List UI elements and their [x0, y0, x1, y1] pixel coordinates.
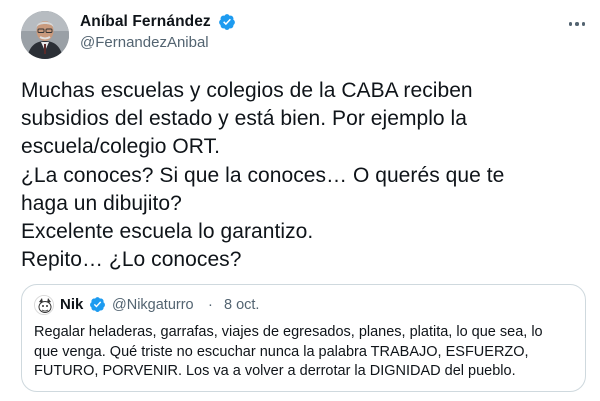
quoted-tweet[interactable]: Nik @Nikgaturro · 8 oct. Regalar helader… [21, 284, 586, 392]
quoted-text-line: FUTURO, PORVENIR. Los va a volver a derr… [34, 363, 516, 379]
separator-dot: · [208, 297, 213, 313]
quoted-author-avatar[interactable] [34, 295, 54, 315]
more-dot [581, 22, 586, 26]
tweet-text-line: escuela/colegio ORT. [21, 135, 221, 159]
verified-badge-icon [90, 297, 105, 312]
more-options-icon[interactable] [566, 14, 588, 34]
tweet-text-line: Muchas escuelas y colegios de la CABA re… [21, 79, 473, 102]
tweet-text-line: Repito… ¿Lo conoces? [21, 248, 242, 272]
tweet-text-line: Excelente escuela lo garantizo. [21, 220, 314, 244]
author-name[interactable]: Aníbal Fernández [80, 13, 211, 31]
quoted-text-line: Regalar heladeras, garrafas, viajes de e… [34, 324, 543, 340]
tweet-text-line: ¿La conoces? Si que la conoces… O querés… [21, 163, 505, 187]
quoted-author-handle[interactable]: @Nikgaturro [112, 297, 194, 313]
quoted-tweet-date[interactable]: 8 oct. [224, 297, 259, 313]
quoted-text-line: que venga. Qué triste no escuchar nunca … [34, 343, 529, 360]
author-avatar[interactable] [21, 11, 69, 59]
author-handle[interactable]: @FernandezAnibal [80, 34, 209, 51]
quoted-tweet-text: Regalar heladeras, garrafas, viajes de e… [34, 323, 579, 382]
tweet-text-line: subsidios del estado y está bien. Por ej… [21, 107, 467, 131]
tweet-text: Muchas escuelas y colegios de la CABA re… [21, 77, 591, 274]
more-dot [568, 22, 573, 26]
tweet: Aníbal Fernández @FernandezAnibal Muchas… [0, 0, 600, 401]
more-dot [575, 22, 579, 26]
quoted-author-name[interactable]: Nik [60, 296, 83, 313]
tweet-text-line: haga un dibujito? [21, 191, 182, 215]
verified-badge-icon [219, 14, 235, 30]
